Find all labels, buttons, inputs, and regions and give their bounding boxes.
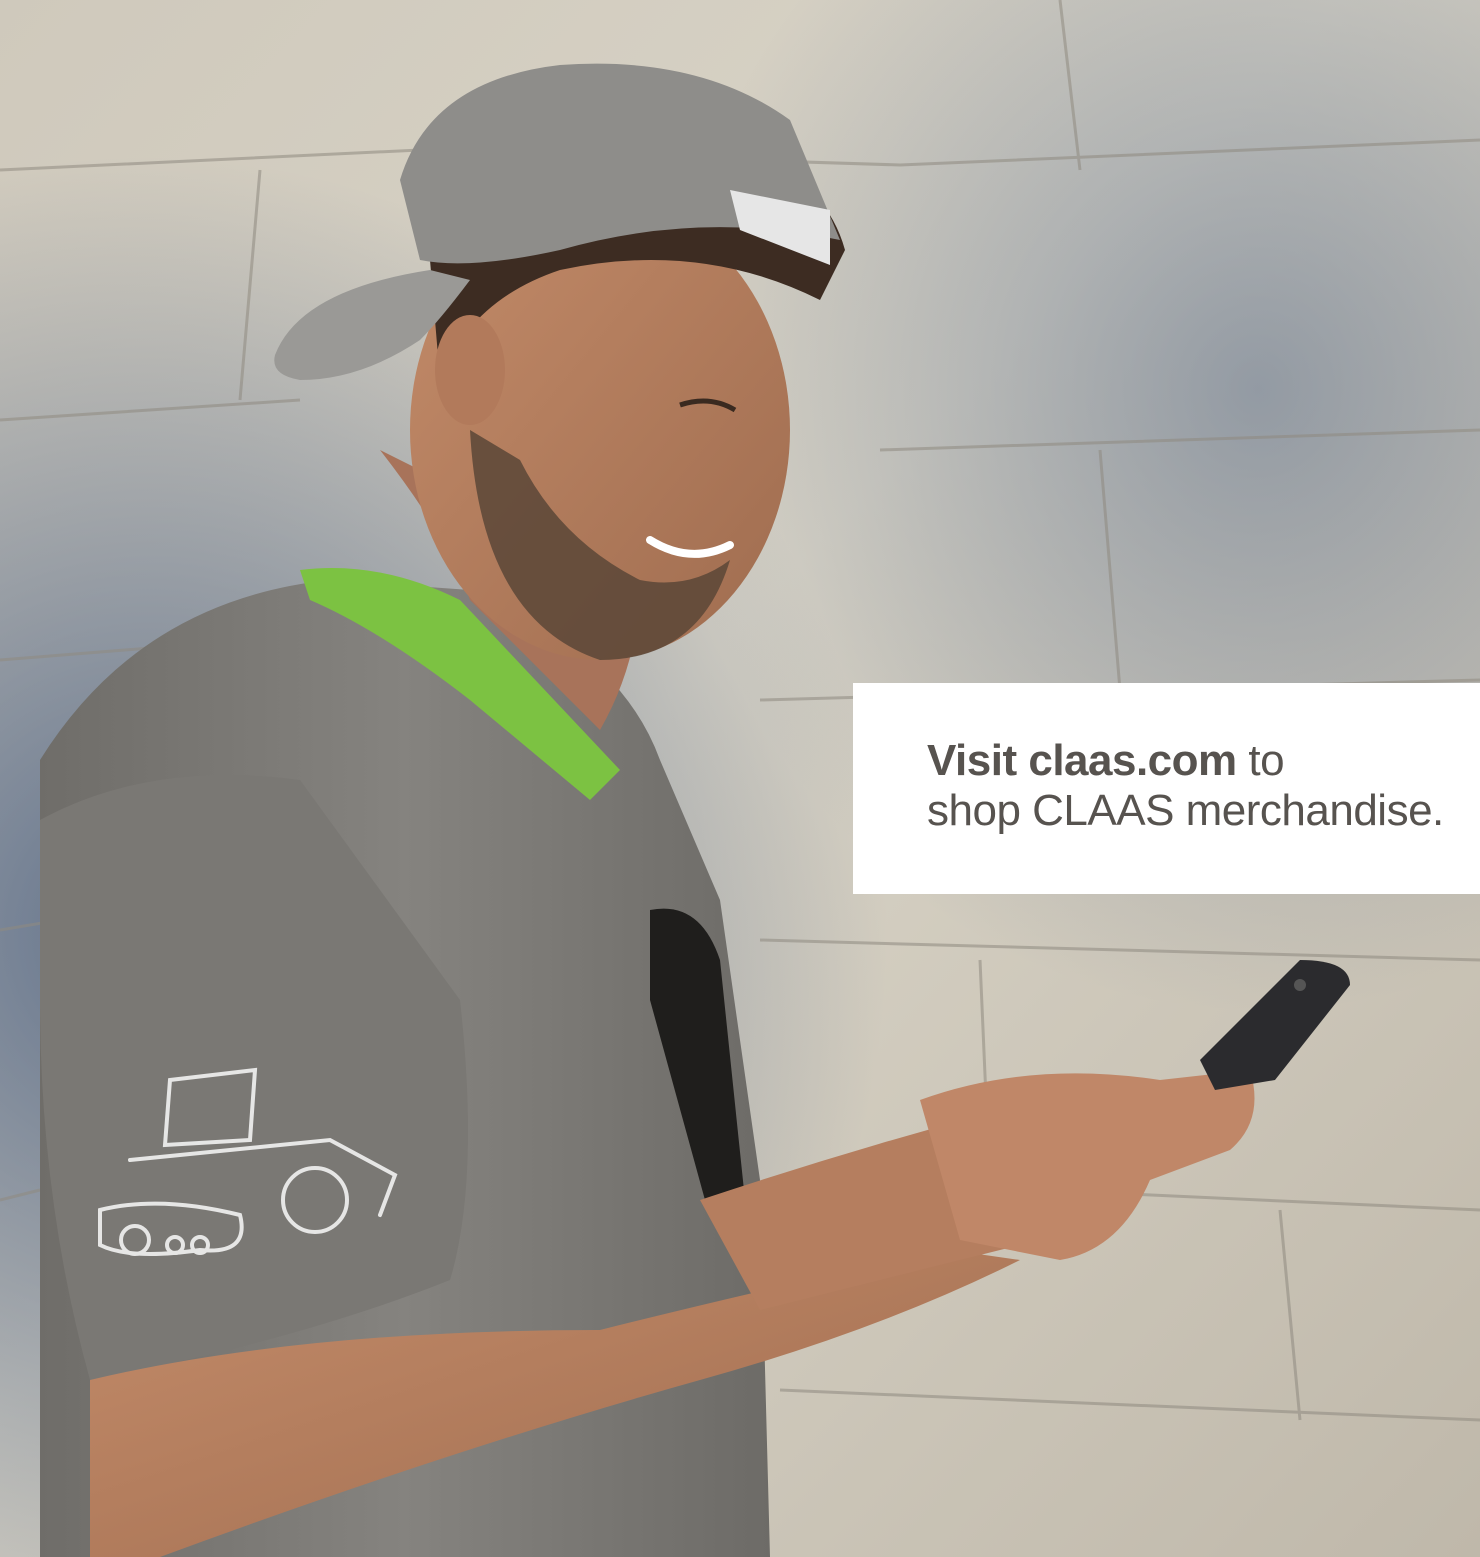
- callout-line-1: Visit claas.com to: [927, 736, 1480, 786]
- claas-link[interactable]: Visit claas.com: [927, 736, 1237, 785]
- merchandise-callout: Visit claas.com to shop CLAAS merchandis…: [853, 683, 1480, 894]
- callout-line-2: shop CLAAS merchandise.: [927, 786, 1444, 835]
- callout-line-1-rest: to: [1236, 736, 1285, 785]
